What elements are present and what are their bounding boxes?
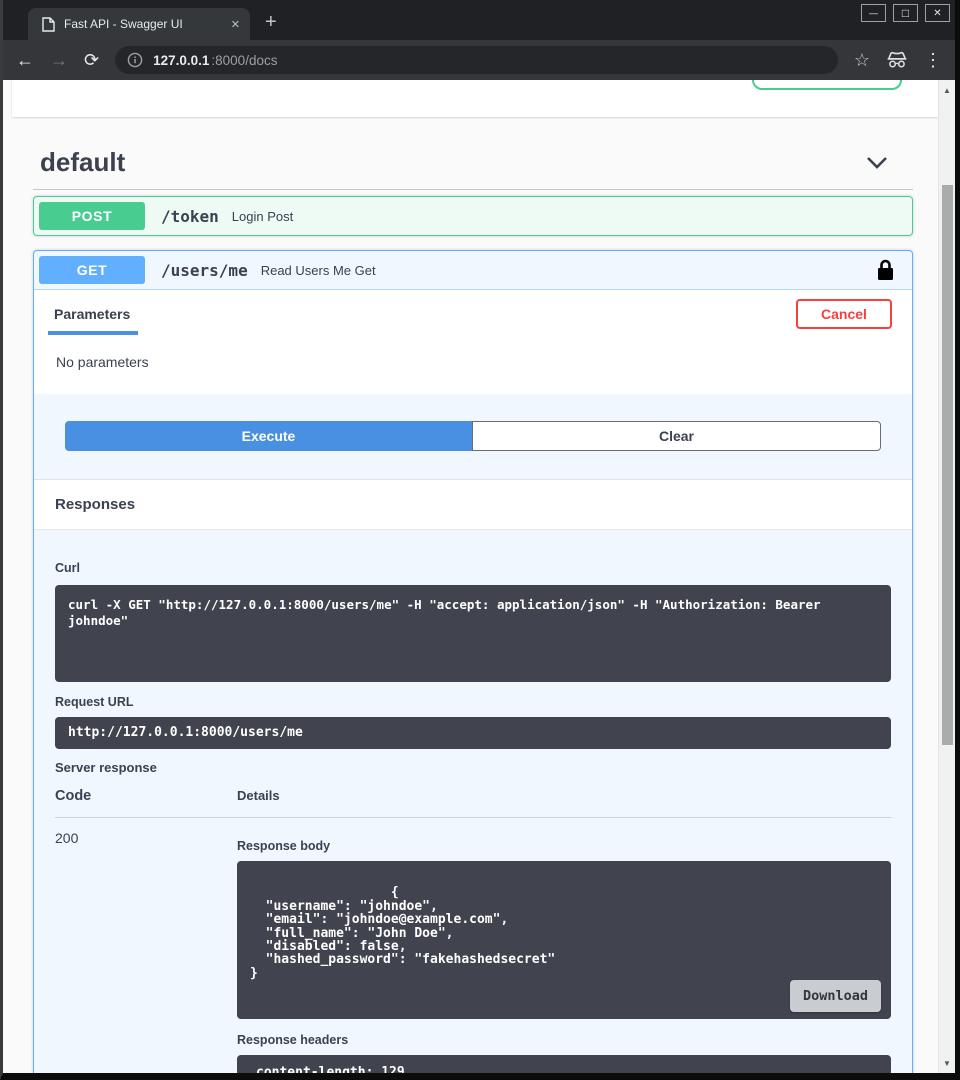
no-parameters-text: No parameters — [56, 354, 149, 370]
response-table-row: 200 Response body { "username": "johndoe… — [55, 818, 891, 1073]
maximize-button[interactable]: □ — [893, 4, 918, 22]
response-body-box: { "username": "johndoe", "email": "johnd… — [237, 861, 891, 1019]
bookmark-star-icon[interactable]: ☆ — [854, 50, 870, 71]
status-code: 200 — [55, 830, 237, 1073]
post-path: /token — [161, 207, 219, 226]
page-icon — [42, 17, 55, 32]
post-method-badge: POST — [39, 202, 145, 230]
minimize-button[interactable]: — — [861, 4, 886, 22]
tab-close-icon[interactable]: ✕ — [231, 18, 240, 31]
scrollbar-thumb[interactable] — [942, 185, 953, 745]
section-divider — [33, 189, 913, 190]
responses-title: Responses — [55, 496, 135, 513]
reload-icon[interactable]: ⟳ — [84, 51, 99, 69]
response-headers-label: Response headers — [237, 1033, 891, 1047]
url-path: :8000/docs — [211, 53, 277, 68]
incognito-icon — [886, 51, 908, 69]
responses-header-bar: Responses — [34, 479, 912, 530]
scheme-container — [12, 80, 938, 117]
window-close-button[interactable]: ✕ — [925, 4, 950, 22]
opblock-post-header[interactable]: POST /token Login Post — [34, 197, 912, 235]
parameters-tab-bar: Parameters Cancel — [34, 289, 912, 338]
server-response-table: Code Details 200 Response body { "userna… — [55, 788, 891, 1073]
browser-tab[interactable]: Fast API - Swagger UI ✕ — [28, 8, 250, 40]
browser-window: Fast API - Swagger UI ✕ + — □ ✕ ← → ⟳ 12… — [0, 0, 960, 1080]
execute-button[interactable]: Execute — [65, 421, 472, 451]
auth-lock-icon[interactable] — [877, 259, 894, 281]
curl-command-box: curl -X GET "http://127.0.0.1:8000/users… — [55, 585, 891, 682]
scroll-down-icon[interactable]: ▼ — [939, 1055, 955, 1071]
forward-icon[interactable]: → — [50, 51, 68, 69]
download-button[interactable]: Download — [790, 980, 881, 1012]
get-path: /users/me — [161, 261, 248, 280]
address-bar[interactable]: 127.0.0.1 :8000/docs — [115, 46, 838, 74]
opblock-get-header[interactable]: GET /users/me Read Users Me Get — [34, 251, 912, 289]
page-scrollbar[interactable]: ▲ ▼ — [938, 80, 955, 1073]
details-column-header: Details — [237, 788, 891, 804]
tab-title: Fast API - Swagger UI — [64, 17, 222, 31]
response-details-cell: Response body { "username": "johndoe", "… — [237, 830, 891, 1073]
curl-label: Curl — [55, 561, 80, 575]
tag-section-header[interactable]: default — [3, 117, 938, 178]
page-viewport: default POST /token Login Post GET /user… — [3, 80, 955, 1073]
response-body-json: { "username": "johndoe", "email": "johnd… — [250, 885, 555, 980]
back-icon[interactable]: ← — [16, 51, 34, 69]
new-tab-button[interactable]: + — [265, 12, 277, 32]
response-body-label: Response body — [237, 839, 891, 853]
opblock-post-token[interactable]: POST /token Login Post — [33, 196, 913, 236]
url-host: 127.0.0.1 — [153, 53, 209, 68]
code-column-header: Code — [55, 788, 237, 804]
swagger-page: default POST /token Login Post GET /user… — [3, 80, 938, 1073]
clear-button[interactable]: Clear — [472, 421, 881, 451]
execute-row: Execute Clear — [34, 394, 912, 479]
menu-dots-icon[interactable]: ⋮ — [924, 50, 942, 71]
authorize-button-partial[interactable] — [752, 80, 902, 90]
response-headers-box: content-length: 129 content-type: applic… — [237, 1055, 891, 1073]
request-url-box: http://127.0.0.1:8000/users/me — [55, 717, 891, 749]
tab-parameters[interactable]: Parameters — [54, 306, 130, 322]
parameters-area: No parameters — [34, 338, 912, 394]
section-title: default — [40, 147, 125, 178]
browser-toolbar: ← → ⟳ 127.0.0.1 :8000/docs ☆ ⋮ — [3, 40, 955, 80]
post-summary: Login Post — [232, 209, 293, 224]
get-method-badge: GET — [39, 256, 145, 284]
cancel-button[interactable]: Cancel — [796, 299, 892, 329]
scroll-up-icon[interactable]: ▲ — [939, 82, 955, 98]
window-controls: — □ ✕ — [861, 4, 950, 22]
tab-strip: Fast API - Swagger UI ✕ + — □ ✕ — [3, 0, 955, 40]
responses-wrapper: Curl curl -X GET "http://127.0.0.1:8000/… — [34, 530, 912, 1073]
chevron-down-icon[interactable] — [866, 156, 888, 169]
server-response-label: Server response — [55, 760, 891, 775]
opblock-get-users-me: GET /users/me Read Users Me Get Paramete… — [33, 250, 913, 1073]
response-table-head: Code Details — [55, 788, 891, 818]
request-url-label: Request URL — [55, 695, 891, 709]
get-summary: Read Users Me Get — [261, 263, 376, 278]
site-info-icon[interactable] — [127, 52, 143, 68]
tab-active-underline — [48, 331, 138, 335]
